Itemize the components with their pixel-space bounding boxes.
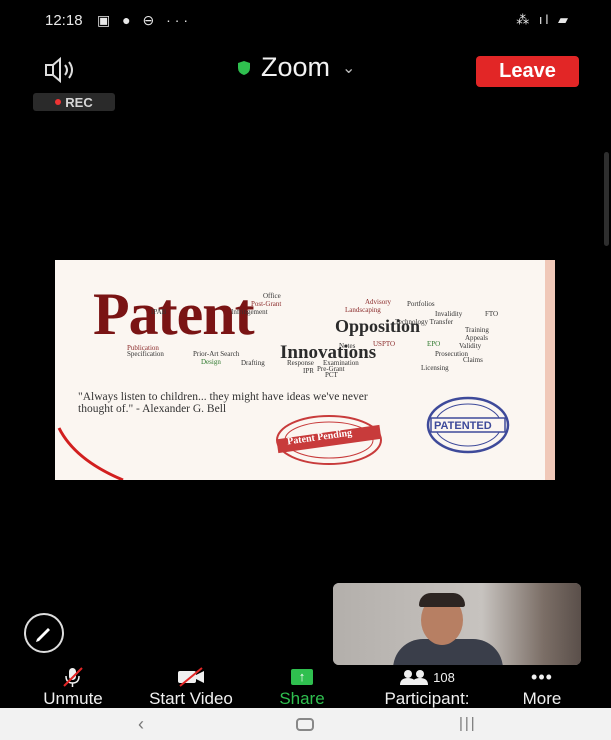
- wordcloud-word: Response: [287, 359, 314, 367]
- share-icon: ↑: [291, 669, 313, 685]
- wordcloud-word: Portfolios: [407, 300, 435, 308]
- participants-count: 108: [433, 669, 455, 685]
- wordcloud-word: Drafting: [241, 359, 265, 367]
- wordcloud-word: Appeals: [465, 334, 488, 342]
- participants-icon: [400, 670, 429, 685]
- wordcloud-word: IPAB: [151, 308, 167, 316]
- slide-quote: "Always listen to children... they might…: [78, 391, 368, 415]
- slide-title: Patent: [93, 281, 255, 347]
- wordcloud-word: Landscaping: [345, 306, 381, 314]
- wordcloud-word: Design: [201, 358, 221, 366]
- wordcloud-word: Office: [263, 292, 281, 300]
- more-dots-icon: •••: [531, 666, 553, 687]
- wordcloud-word: Notes: [339, 342, 356, 350]
- meeting-title-label: Zoom: [261, 52, 331, 82]
- annotate-button[interactable]: [24, 613, 64, 653]
- scroll-handle[interactable]: [604, 152, 609, 246]
- wordcloud-word: Advisory: [365, 298, 392, 306]
- start-video-button[interactable]: Start Video: [131, 665, 251, 709]
- wordcloud-word: Technology Transfer: [395, 318, 454, 326]
- recording-label: REC: [65, 94, 93, 110]
- wordcloud-word: FTO: [485, 310, 499, 318]
- slide-stripe: [545, 260, 555, 480]
- signal-battery-icons: ⁂ ıl ▰: [516, 12, 571, 27]
- unmute-label: Unmute: [43, 689, 103, 708]
- meeting-toolbar: Unmute Start Video ↑ Share 108 Participa…: [0, 665, 611, 709]
- recording-badge: REC: [33, 93, 115, 111]
- wordcloud-word: Training: [465, 326, 489, 334]
- red-arc-decoration: [57, 427, 124, 480]
- microphone-muted-icon: [63, 667, 83, 687]
- wordcloud-word: EPO: [427, 340, 441, 348]
- stamp-patented-text: PATENTED: [434, 420, 492, 432]
- wordcloud-word: Infringement: [231, 308, 268, 316]
- chevron-down-icon: ⌄: [342, 59, 356, 77]
- record-dot-icon: [55, 99, 62, 105]
- more-label: More: [522, 689, 562, 708]
- wordcloud-word: Claims: [463, 356, 483, 364]
- home-icon[interactable]: [296, 718, 314, 731]
- wordcloud-word: Licensing: [421, 364, 449, 372]
- wordcloud-word: Validity: [459, 342, 482, 350]
- wordcloud-word: Invalidity: [435, 310, 463, 318]
- back-icon[interactable]: ‹: [138, 714, 144, 735]
- video-off-icon: [178, 667, 204, 687]
- wordcloud-word: USPTO: [373, 340, 396, 348]
- pencil-icon: [36, 628, 50, 642]
- share-label: Share: [279, 689, 325, 708]
- participants-label: Participant:: [384, 689, 470, 708]
- notification-icons: ▣ ● ⊖ ···: [97, 12, 193, 28]
- wordcloud-word: Post-Grant: [251, 300, 282, 308]
- wordcloud-word: Publication: [127, 344, 159, 352]
- recent-apps-icon[interactable]: |||: [459, 715, 477, 732]
- presenter-video-thumbnail[interactable]: [333, 583, 581, 665]
- more-button[interactable]: ••• More: [512, 665, 572, 709]
- shield-icon: [238, 60, 250, 75]
- shared-screen: Patent Opposition Innovations Office Pos…: [55, 260, 555, 480]
- meeting-title[interactable]: Zoom ⌄: [237, 52, 355, 83]
- wordcloud-word: PCT: [325, 371, 338, 379]
- share-button[interactable]: ↑ Share: [274, 665, 330, 709]
- leave-button[interactable]: Leave: [476, 56, 579, 87]
- system-navigation-bar: ‹ |||: [0, 708, 611, 740]
- wordcloud-word: Prior-Art Search: [193, 350, 240, 358]
- start-video-label: Start Video: [149, 689, 233, 708]
- unmute-button[interactable]: Unmute: [28, 665, 118, 709]
- speaker-icon[interactable]: [44, 56, 82, 84]
- wordcloud-word: IPR: [303, 367, 314, 375]
- status-time: 12:18: [45, 12, 83, 29]
- participants-button[interactable]: 108 Participant:: [367, 665, 487, 709]
- presenter-hair: [419, 593, 465, 607]
- status-bar: 12:18 ▣ ● ⊖ ··· ⁂ ıl ▰: [0, 0, 611, 42]
